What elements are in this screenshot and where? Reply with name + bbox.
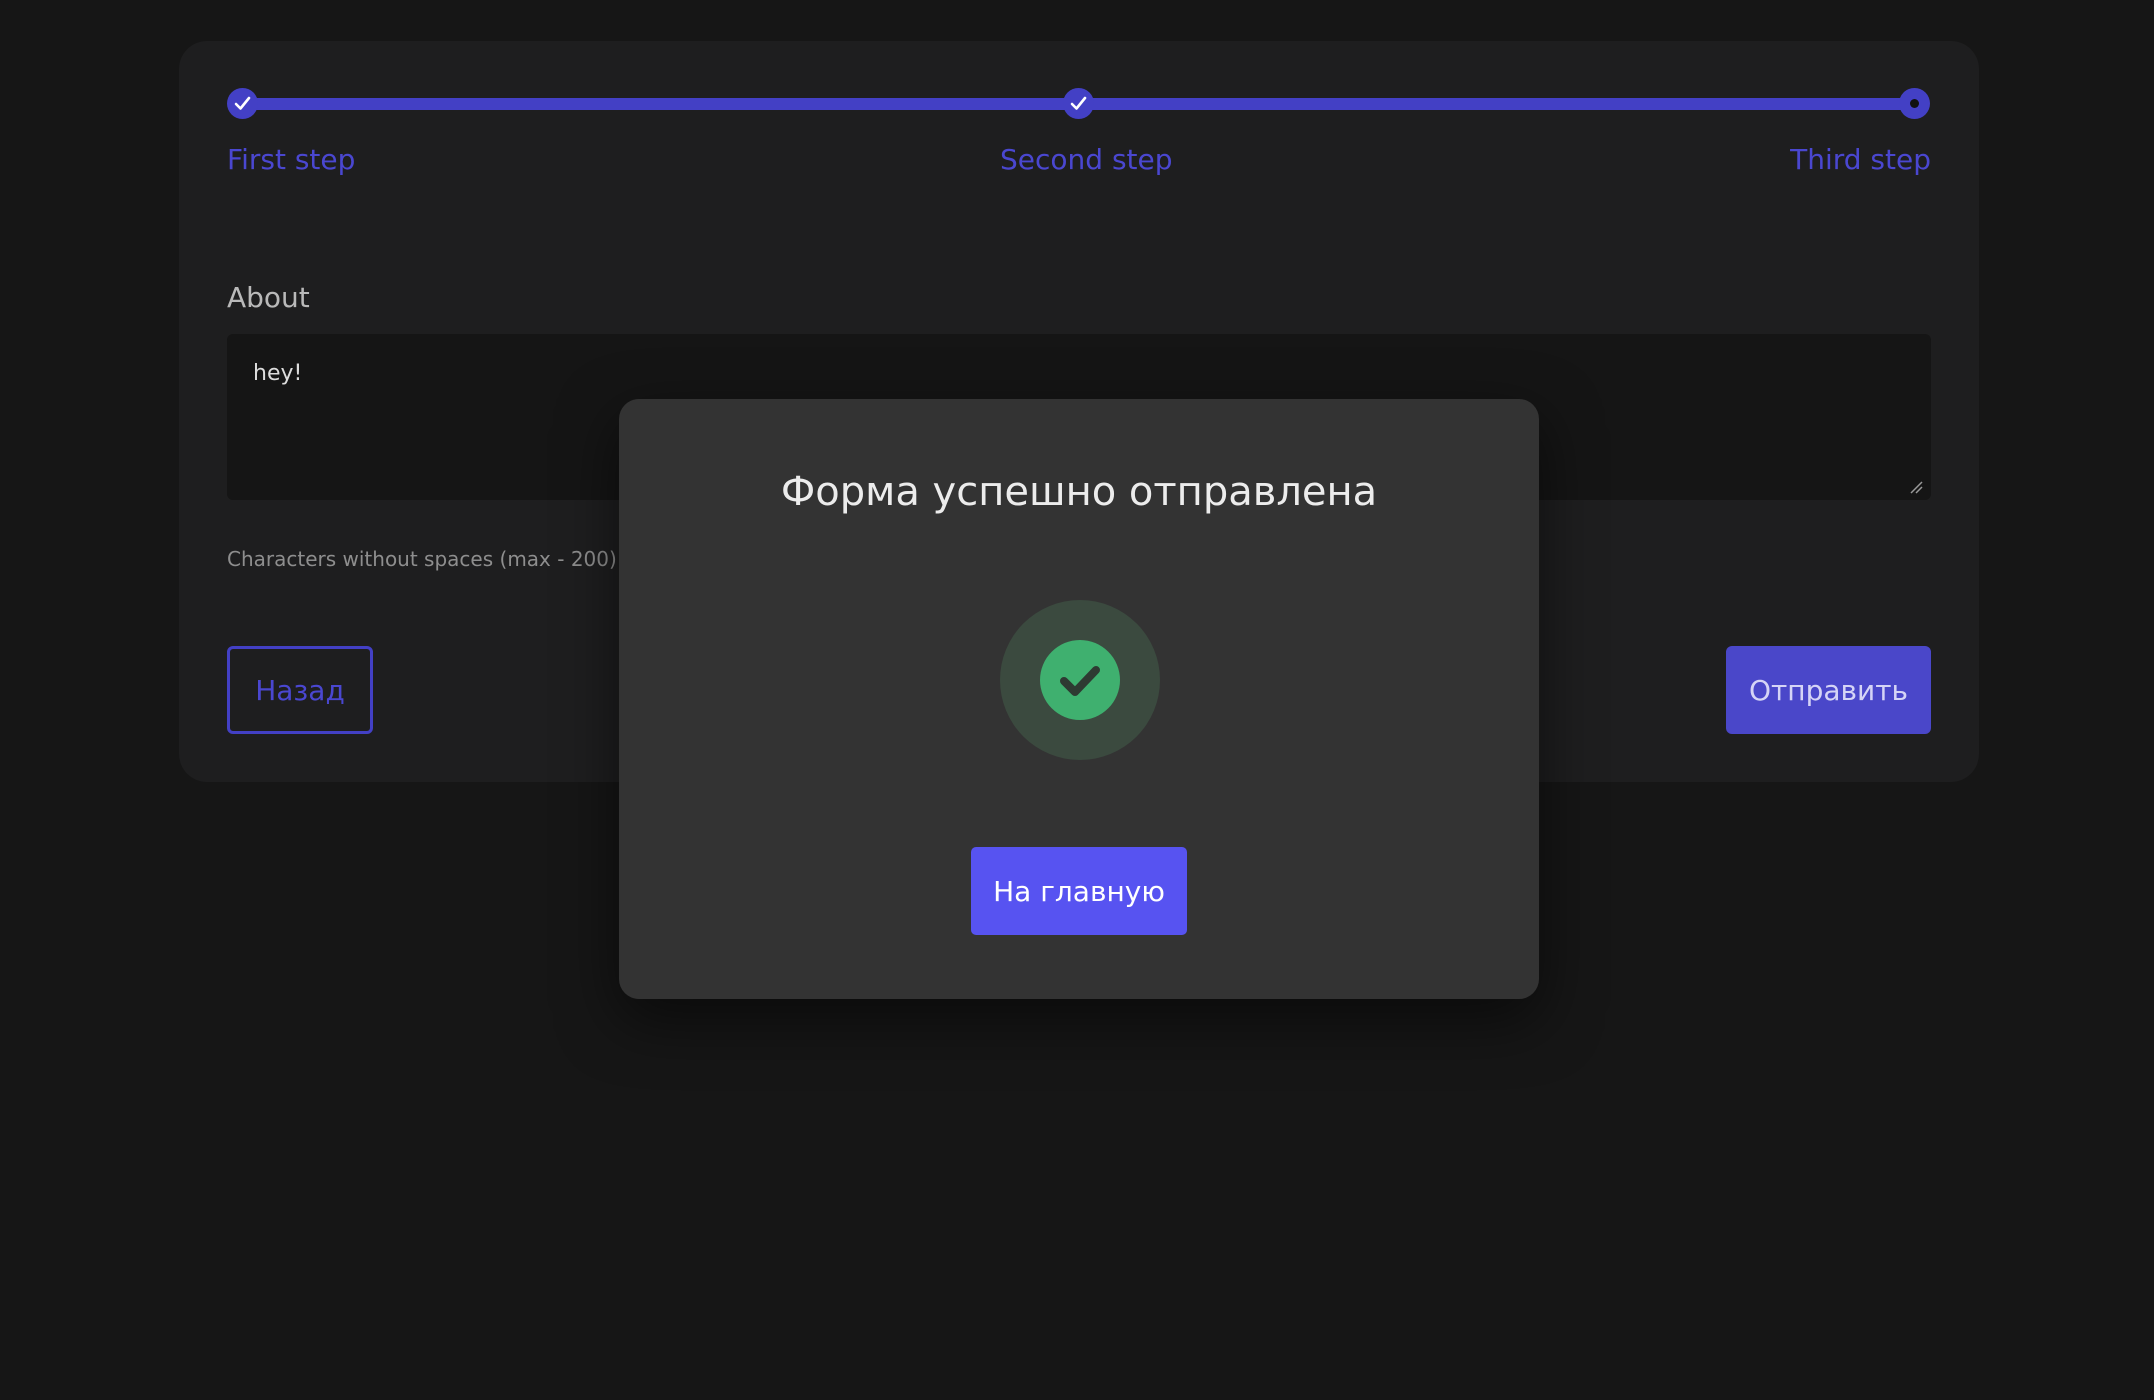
about-textarea-value: hey! — [253, 361, 303, 386]
step-label-first[interactable]: First step — [227, 142, 355, 178]
modal-title: Форма успешно отправлена — [780, 469, 1378, 515]
page: First step Second step Third step About … — [0, 0, 2154, 1400]
step-1-completed-check-icon[interactable] — [227, 88, 258, 119]
success-icon-halo — [1000, 600, 1160, 760]
char-count-hint: Characters without spaces (max - 200): 4 — [227, 547, 643, 571]
home-button[interactable]: На главную — [971, 847, 1187, 935]
about-label: About — [227, 281, 310, 314]
back-button[interactable]: Назад — [227, 646, 373, 734]
submit-button[interactable]: Отправить — [1726, 646, 1931, 734]
resize-grip-icon[interactable] — [1909, 480, 1923, 494]
check-circle-icon — [1040, 640, 1120, 720]
step-2-completed-check-icon[interactable] — [1063, 88, 1094, 119]
step-label-third[interactable]: Third step — [1790, 142, 1931, 178]
step-label-second[interactable]: Second step — [1000, 142, 1173, 178]
step-3-current-dot-icon[interactable] — [1899, 88, 1930, 119]
success-modal: Форма успешно отправлена На главную — [619, 399, 1539, 999]
